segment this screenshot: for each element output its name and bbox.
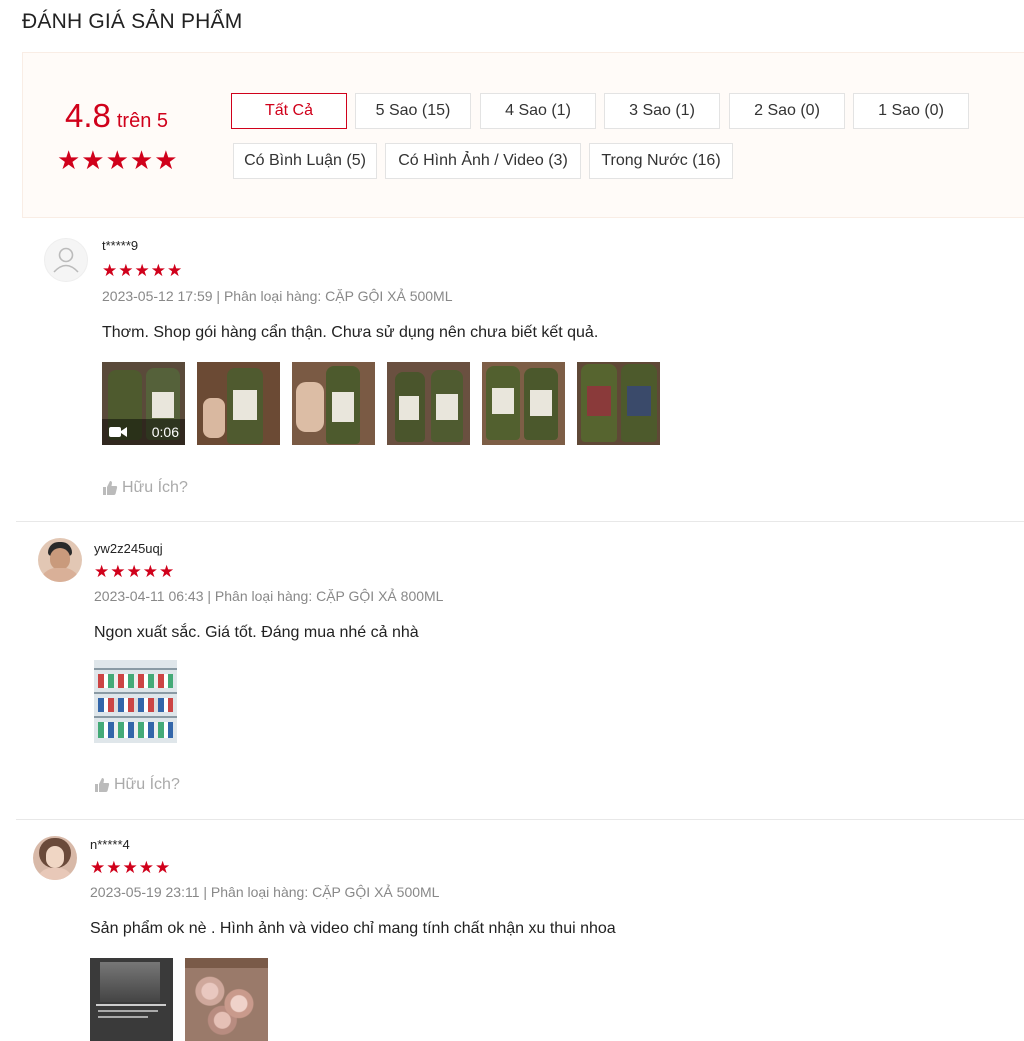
page-title: ĐÁNH GIÁ SẢN PHẨM [22, 10, 243, 33]
review-stars: ★★★★★ [102, 261, 184, 280]
review-meta: 2023-05-12 17:59 | Phân loại hàng: CẶP G… [102, 288, 453, 304]
helpful-button[interactable]: Hữu Ích? [102, 479, 188, 497]
filter-4-star-button[interactable]: 4 Sao (1) [480, 93, 596, 129]
filter-5-star-button[interactable]: 5 Sao (15) [355, 93, 471, 129]
review-stars: ★★★★★ [94, 562, 176, 581]
filter-with-comment-button[interactable]: Có Bình Luận (5) [233, 143, 377, 179]
helpful-button[interactable]: Hữu Ích? [94, 776, 180, 794]
thumbs-up-icon [103, 481, 118, 495]
rating-summary: 4.8 trên 5 ★★★★★ Tất Cả 5 Sao (15) 4 Sao … [22, 52, 1024, 218]
review-video-thumbnail[interactable]: 0:06 [102, 362, 185, 445]
filter-all-button[interactable]: Tất Cả [231, 93, 347, 129]
filter-1-star-button[interactable]: 1 Sao (0) [853, 93, 969, 129]
video-duration: 0:06 [151, 424, 179, 440]
review-item: n*****4 ★★★★★ 2023-05-19 23:11 | Phân lo… [16, 820, 1024, 1041]
avatar[interactable] [38, 538, 82, 582]
score-out-of: trên 5 [116, 110, 169, 132]
review-media [90, 958, 268, 1041]
review-comment: Ngon xuất sắc. Giá tốt. Đáng mua nhé cả … [94, 624, 419, 641]
review-image-thumbnail[interactable] [577, 362, 660, 445]
reviewer-name[interactable]: yw2z245uqj [94, 541, 163, 556]
review-comment: Thơm. Shop gói hàng cẩn thận. Chưa sử dụ… [102, 324, 599, 341]
review-meta: 2023-04-11 06:43 | Phân loại hàng: CẶP G… [94, 588, 444, 604]
video-camera-icon [109, 427, 127, 437]
filter-domestic-button[interactable]: Trong Nước (16) [589, 143, 733, 179]
review-image-thumbnail[interactable] [197, 362, 280, 445]
thumbs-up-icon [95, 778, 110, 792]
avatar[interactable] [33, 836, 77, 880]
review-meta: 2023-05-19 23:11 | Phân loại hàng: CẶP G… [90, 884, 440, 900]
review-item: yw2z245uqj ★★★★★ 2023-04-11 06:43 | Phân… [16, 522, 1024, 820]
average-stars: ★★★★★ [57, 145, 179, 175]
review-stars: ★★★★★ [90, 858, 172, 877]
review-image-thumbnail[interactable] [292, 362, 375, 445]
review-image-thumbnail[interactable] [90, 958, 173, 1041]
user-silhouette-icon [53, 247, 79, 273]
reviewer-name[interactable]: t*****9 [102, 238, 138, 253]
review-item: t*****9 ★★★★★ 2023-05-12 17:59 | Phân lo… [16, 220, 1024, 522]
review-media: 0:06 [102, 362, 660, 445]
review-image-thumbnail[interactable] [387, 362, 470, 445]
average-score: 4.8 trên 5 [65, 97, 168, 135]
video-overlay: 0:06 [102, 419, 185, 445]
avatar[interactable] [44, 238, 88, 282]
filter-with-media-button[interactable]: Có Hình Ảnh / Video (3) [385, 143, 581, 179]
score-value: 4.8 [65, 97, 111, 134]
filter-3-star-button[interactable]: 3 Sao (1) [604, 93, 720, 129]
review-media [94, 660, 177, 743]
review-image-thumbnail[interactable] [185, 958, 268, 1041]
helpful-label: Hữu Ích? [114, 776, 180, 793]
review-image-thumbnail[interactable] [94, 660, 177, 743]
filter-2-star-button[interactable]: 2 Sao (0) [729, 93, 845, 129]
review-image-thumbnail[interactable] [482, 362, 565, 445]
helpful-label: Hữu Ích? [122, 479, 188, 496]
reviewer-name[interactable]: n*****4 [90, 837, 130, 852]
review-comment: Sản phẩm ok nè . Hình ảnh và video chỉ m… [90, 920, 616, 937]
